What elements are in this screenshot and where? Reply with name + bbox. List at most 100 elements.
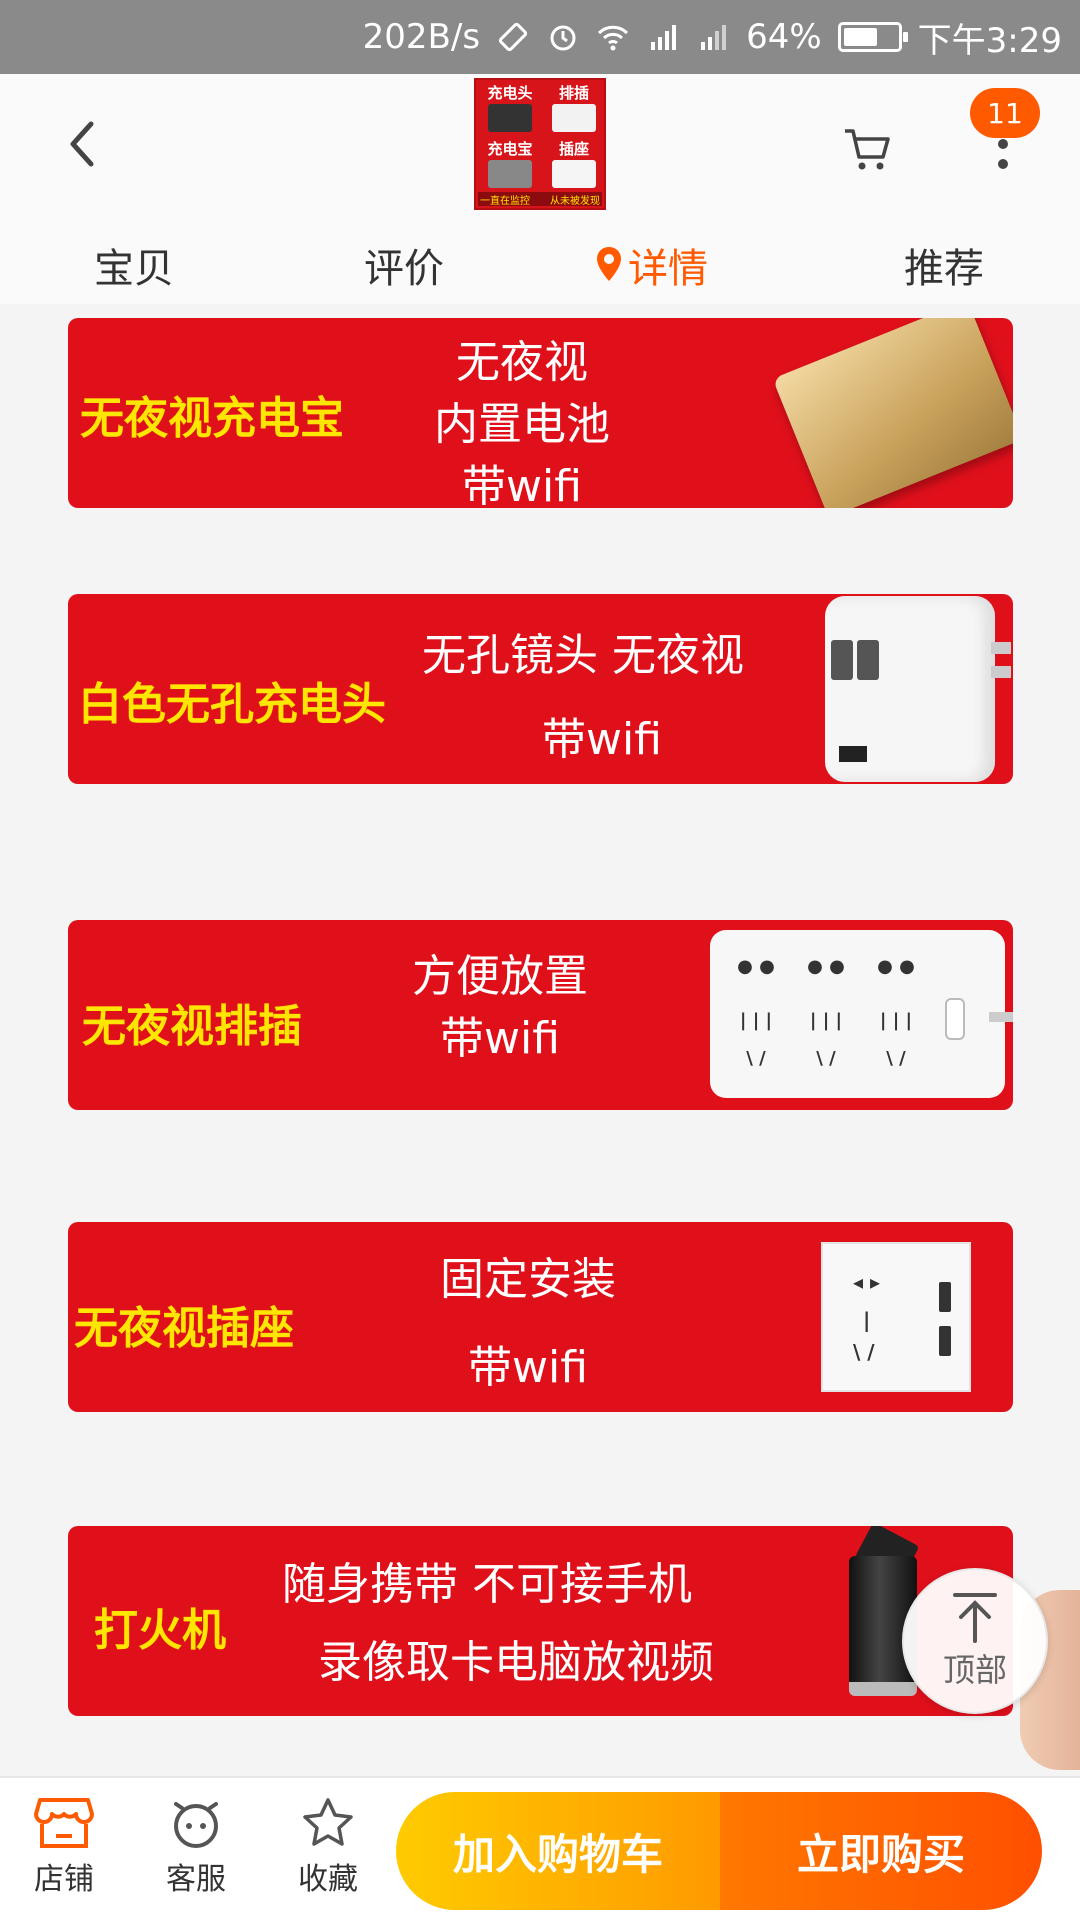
socket: ● ●	[807, 956, 845, 977]
usb-port	[939, 1282, 951, 1312]
tab-recommend[interactable]: 推荐	[904, 236, 984, 294]
chat-icon	[174, 1802, 218, 1848]
store-label: 店铺	[34, 1862, 94, 1897]
thumb-cell: 插座	[544, 140, 604, 194]
banner-desc: 无孔镜头 无夜视 带wifi	[422, 614, 744, 782]
socket: | | |	[879, 1010, 913, 1031]
star-icon	[303, 1798, 353, 1846]
wall-outlet-image: ◂ ▸ | \ /	[821, 1242, 971, 1392]
signal-icon	[646, 20, 680, 54]
thumb-footer-right: 从未被发现	[550, 196, 600, 207]
socket: \ /	[816, 1048, 836, 1069]
customer-service-label: 客服	[166, 1862, 226, 1897]
banner-line: 固定安装	[440, 1254, 616, 1305]
header: 充电头 排插 充电宝 插座 一直在监控 从未被发现 11	[0, 74, 1080, 224]
banner-title: 白色无孔充电头	[78, 679, 386, 730]
store-icon	[34, 1798, 94, 1848]
camera-window	[839, 746, 867, 762]
socket: ● ●	[737, 956, 775, 977]
product-banner-lighter: 打火机 随身携带 不可接手机 录像取卡电脑放视频	[68, 1526, 1013, 1716]
charger-image	[488, 104, 532, 132]
banner-line: 带wifi	[440, 1013, 560, 1064]
socket: | | |	[739, 1010, 773, 1031]
location-pin-icon	[597, 247, 621, 281]
favorite-label: 收藏	[298, 1862, 358, 1897]
plug-prong	[991, 666, 1011, 678]
outlet-hole: ◂ ▸	[853, 1270, 881, 1294]
thumb-label: 插座	[558, 140, 589, 158]
usb-port	[857, 640, 879, 680]
bottom-bar: 店铺 客服 收藏 加入购物车 立即购买	[0, 1776, 1080, 1920]
banner-desc: 无夜视 内置电池 带wifi	[434, 332, 610, 508]
battery-level	[843, 28, 877, 46]
socket: \ /	[886, 1048, 906, 1069]
banner-desc: 固定安装 带wifi	[440, 1236, 616, 1412]
thumb-label: 充电头	[487, 84, 533, 102]
banner-line: 带wifi	[468, 1342, 588, 1393]
thumb-cell: 排插	[544, 84, 604, 138]
thumb-cell: 充电宝	[480, 140, 540, 194]
banner-title: 打火机	[94, 1605, 226, 1656]
store-button[interactable]: 店铺	[14, 1796, 114, 1898]
network-speed: 202B/s	[362, 17, 481, 57]
usb-charger-image	[825, 596, 1011, 782]
thumb-footer-left: 一直在监控	[480, 196, 530, 207]
power-bank-image	[772, 318, 1013, 508]
tab-label: 推荐	[904, 246, 984, 292]
strip-image	[552, 104, 596, 132]
back-to-top-button[interactable]: 顶部	[902, 1568, 1048, 1714]
thumb-label: 排插	[558, 84, 589, 102]
banner-line: 无孔镜头 无夜视	[422, 630, 744, 681]
banner-line: 录像取卡电脑放视频	[318, 1637, 714, 1688]
socket: \ /	[746, 1048, 766, 1069]
customer-service-button[interactable]: 客服	[146, 1796, 246, 1898]
banner-line: 带wifi	[462, 461, 582, 508]
product-thumbnail[interactable]: 充电头 排插 充电宝 插座 一直在监控 从未被发现	[474, 78, 606, 210]
banner-line: 随身携带 不可接手机	[282, 1559, 692, 1610]
buy-now-button[interactable]: 立即购买	[720, 1792, 1042, 1910]
socket: ● ●	[877, 956, 915, 977]
thumb-label: 充电宝	[487, 140, 533, 158]
detail-content[interactable]: 无夜视充电宝 无夜视 内置电池 带wifi 白色无孔充电头 无孔镜头 无夜视 带…	[0, 304, 1080, 1776]
tab-label: 宝贝	[94, 246, 174, 292]
battery-percent: 64%	[746, 17, 822, 57]
banner-line: 带wifi	[542, 714, 662, 765]
thumb-footer: 一直在监控 从未被发现	[478, 192, 602, 207]
socket: | | |	[809, 1010, 843, 1031]
wifi-icon	[596, 20, 630, 54]
product-banner-charger: 白色无孔充电头 无孔镜头 无夜视 带wifi	[68, 594, 1013, 784]
tab-baby[interactable]: 宝贝	[94, 236, 174, 294]
signal-icon	[696, 20, 730, 54]
banner-desc: 方便放置 带wifi	[412, 946, 588, 1070]
product-banner-strip: 无夜视排插 方便放置 带wifi ● ● ● ● ● ● | | | | | |…	[68, 920, 1013, 1110]
cart-button[interactable]	[832, 114, 902, 184]
outlet-image	[552, 160, 596, 188]
status-bar: 202B/s 64% 下午3:29	[0, 0, 1080, 74]
add-to-cart-button[interactable]: 加入购物车	[396, 1792, 720, 1910]
tab-reviews[interactable]: 评价	[364, 236, 444, 294]
banner-title: 无夜视充电宝	[80, 393, 344, 444]
thumb-cell: 充电头	[480, 84, 540, 138]
banner-desc: 随身携带 不可接手机 录像取卡电脑放视频	[282, 1546, 714, 1702]
cart-icon	[845, 129, 890, 170]
favorite-button[interactable]: 收藏	[278, 1796, 378, 1898]
back-button[interactable]	[52, 114, 112, 174]
alarm-icon	[546, 20, 580, 54]
power-strip-image: ● ● ● ● ● ● | | | | | | | | | \ / \ / \ …	[710, 930, 1013, 1098]
banner-line: 方便放置	[412, 951, 588, 1002]
chevron-left-icon	[70, 121, 94, 167]
power-switch	[945, 998, 965, 1040]
power-cord	[989, 1012, 1013, 1022]
banner-line: 内置电池	[434, 399, 610, 450]
usb-port	[831, 640, 853, 680]
plug-prong	[991, 642, 1011, 654]
product-banner-outlet: 无夜视插座 固定安装 带wifi ◂ ▸ | \ /	[68, 1222, 1013, 1412]
tab-details[interactable]: 详情	[594, 236, 708, 294]
rotate-icon	[496, 20, 530, 54]
clock: 下午3:29	[917, 20, 1062, 61]
banner-title: 无夜视插座	[74, 1303, 294, 1354]
product-banner-powerbank: 无夜视充电宝 无夜视 内置电池 带wifi	[68, 318, 1013, 508]
outlet-hole: |	[863, 1308, 871, 1332]
tab-label: 详情	[628, 246, 708, 292]
outlet-hole: \ /	[853, 1340, 875, 1364]
